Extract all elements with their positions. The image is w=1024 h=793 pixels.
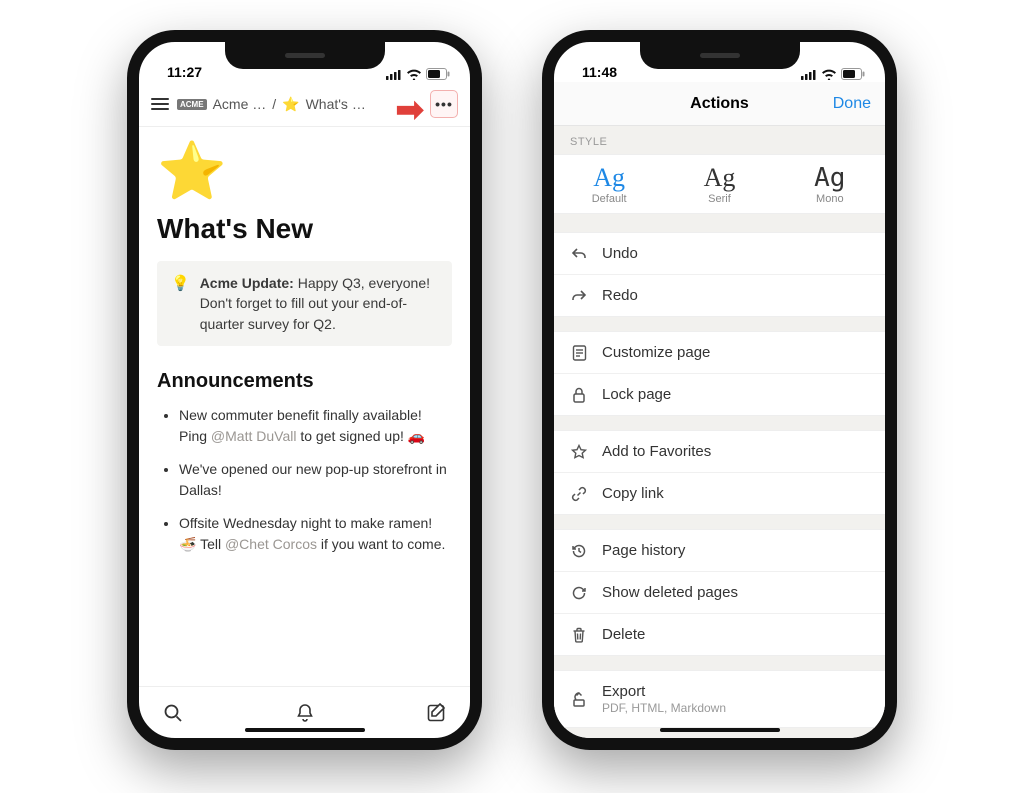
workspace-badge: ACME [177,99,207,110]
home-indicator[interactable] [245,728,365,732]
announcements-list: New commuter benefit finally available! … [157,405,452,555]
restore-icon [570,585,588,601]
phone-left: 11:27 ACME Acme … / ⭐ What's … ••• [127,30,482,750]
actions-header: Actions Done [554,82,885,126]
list-item[interactable]: We've opened our new pop-up storefront i… [179,459,452,501]
action-show-deleted[interactable]: Show deleted pages [554,572,885,614]
notifications-icon[interactable] [295,703,315,723]
workspace-name: Acme … [213,96,267,112]
more-options-button[interactable]: ••• [430,90,458,118]
wifi-icon [406,69,422,80]
signal-icon [386,69,402,80]
breadcrumb[interactable]: ACME Acme … / ⭐ What's … [177,96,422,113]
action-export[interactable]: Export PDF, HTML, Markdown [554,671,885,727]
callout-text: Acme Update: Happy Q3, everyone! Don't f… [200,273,438,334]
style-mono[interactable]: Ag Mono [775,155,885,213]
group-export: Export PDF, HTML, Markdown [554,670,885,728]
history-icon [570,543,588,559]
list-item[interactable]: New commuter benefit finally available! … [179,405,452,447]
trash-icon [570,627,588,643]
top-bar: ACME Acme … / ⭐ What's … ••• [139,82,470,127]
status-time: 11:27 [167,64,202,80]
export-subtitle: PDF, HTML, Markdown [602,701,726,715]
breadcrumb-separator: / [272,96,276,112]
page-emoji[interactable]: ⭐ [157,143,452,199]
compose-icon[interactable] [426,703,446,723]
page-title[interactable]: What's New [157,213,452,245]
phone-right: 11:48 Actions Done STYLE Ag Default [542,30,897,750]
link-icon [570,486,588,502]
callout-bold: Acme Update: [200,275,294,291]
undo-icon [570,246,588,262]
action-lock-page[interactable]: Lock page [554,374,885,415]
actions-title: Actions [690,95,749,113]
style-section-label: STYLE [554,126,885,154]
mention[interactable]: @Matt DuVall [211,428,297,444]
page-name-crumb: What's … [306,96,366,112]
redo-icon [570,288,588,304]
battery-icon [841,68,865,80]
lock-icon [570,387,588,403]
group-undo-redo: Undo Redo [554,232,885,317]
status-time: 11:48 [582,64,617,80]
menu-icon[interactable] [151,98,169,110]
action-page-history[interactable]: Page history [554,530,885,572]
export-icon [570,691,588,707]
callout-block[interactable]: 💡 Acme Update: Happy Q3, everyone! Don't… [157,261,452,346]
style-default[interactable]: Ag Default [554,155,664,213]
customize-icon [570,345,588,361]
list-item[interactable]: Offsite Wednesday night to make ramen! 🍜… [179,513,452,555]
group-share: Add to Favorites Copy link [554,430,885,515]
actions-body[interactable]: STYLE Ag Default Ag Serif Ag Mono [554,126,885,738]
page-content: ⭐ What's New 💡 Acme Update: Happy Q3, ev… [139,127,470,686]
notch [225,41,385,69]
style-row: Ag Default Ag Serif Ag Mono [554,154,885,214]
home-indicator[interactable] [660,728,780,732]
star-icon [570,444,588,460]
action-add-favorites[interactable]: Add to Favorites [554,431,885,473]
group-page: Customize page Lock page [554,331,885,416]
battery-icon [426,68,450,80]
bulb-icon: 💡 [171,273,190,334]
heading-announcements[interactable]: Announcements [157,370,452,393]
mention[interactable]: @Chet Corcos [225,536,317,552]
page-emoji-small: ⭐ [282,96,299,113]
style-serif[interactable]: Ag Serif [664,155,774,213]
search-icon[interactable] [163,703,183,723]
action-copy-link[interactable]: Copy link [554,473,885,514]
action-delete[interactable]: Delete [554,614,885,655]
action-undo[interactable]: Undo [554,233,885,275]
done-button[interactable]: Done [833,95,871,113]
wifi-icon [821,69,837,80]
action-customize-page[interactable]: Customize page [554,332,885,374]
signal-icon [801,69,817,80]
action-redo[interactable]: Redo [554,275,885,316]
group-history: Page history Show deleted pages Delete [554,529,885,656]
notch [640,41,800,69]
